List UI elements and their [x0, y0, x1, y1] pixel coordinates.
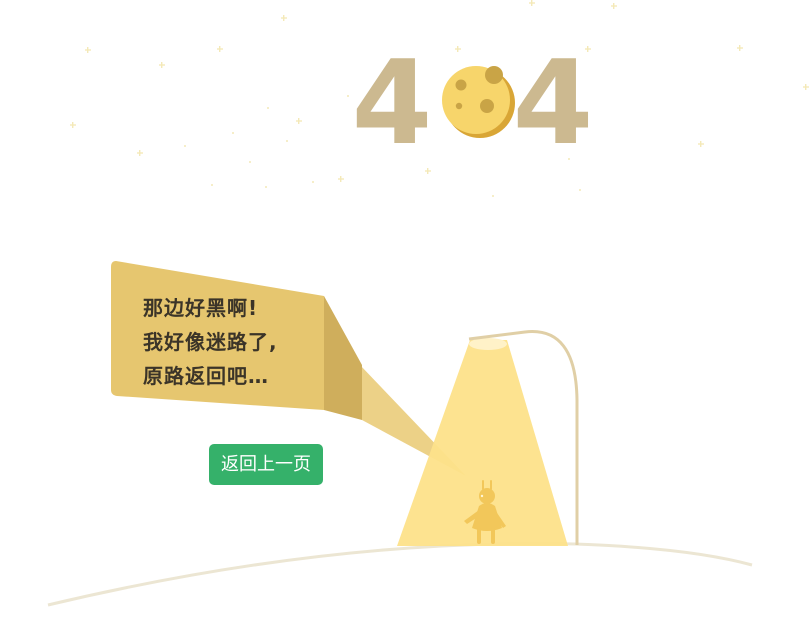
star-icon: [159, 62, 165, 68]
error-code-404: 4 4: [352, 36, 594, 171]
star-icon: [137, 150, 143, 156]
star-icon: [611, 3, 617, 9]
star-icon: [803, 84, 809, 90]
star-icon: [281, 15, 287, 21]
star-icon: [529, 0, 535, 6]
code-right-digit: 4: [513, 36, 594, 171]
moon-icon: [442, 66, 515, 138]
star-icon: [296, 118, 302, 124]
star-icon: [455, 46, 461, 52]
go-back-button[interactable]: 返回上一页: [209, 444, 323, 485]
star-icon: [70, 122, 76, 128]
speech-line: 那边好黑啊!: [143, 296, 259, 320]
star-icon: [338, 176, 344, 182]
star-icon: [217, 46, 223, 52]
error-404-page: 4 4 那边好黑啊! 我好像迷路了, 原路返回吧… 返回上一页: [0, 0, 812, 617]
ground: [0, 542, 812, 617]
speech-line: 原路返回吧…: [143, 364, 269, 388]
speech-line: 我好像迷路了,: [143, 330, 278, 354]
star-icon: [698, 141, 704, 147]
stars: [70, 0, 809, 197]
speech-bubble-text: 那边好黑啊! 我好像迷路了, 原路返回吧…: [143, 291, 333, 393]
star-icon: [85, 47, 91, 53]
star-icon: [737, 45, 743, 51]
scene-illustration: 4 4: [0, 0, 812, 617]
code-left-digit: 4: [352, 36, 433, 171]
